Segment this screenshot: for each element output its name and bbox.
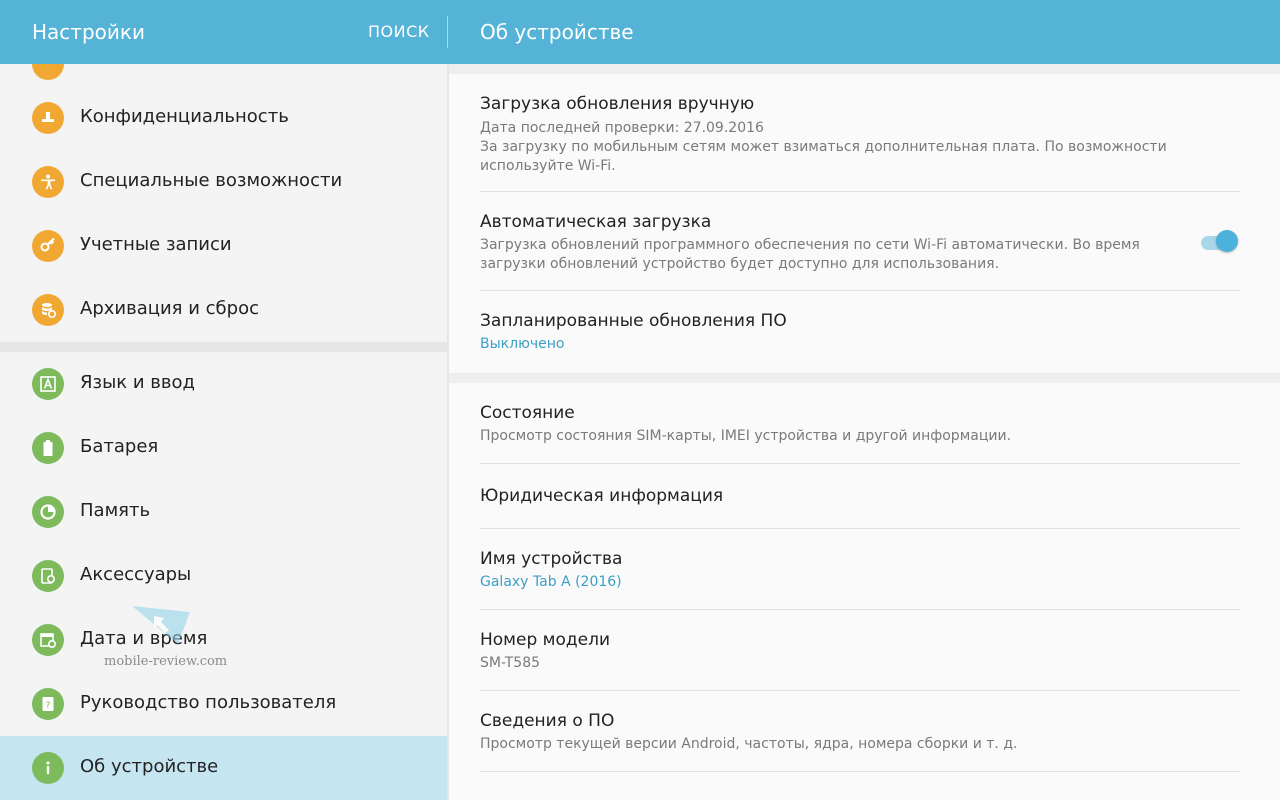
sidebar-item-accessories[interactable]: Аксессуары <box>0 544 447 608</box>
sidebar-item-label: Батарея <box>80 436 159 457</box>
sidebar-item-label: Об устройстве <box>80 756 219 777</box>
memory-icon <box>32 496 64 528</box>
sidebar-item-label: Аксессуары <box>80 564 192 585</box>
manual-update-title: Загрузка обновления вручную <box>480 94 755 114</box>
svg-text:?: ? <box>46 701 51 711</box>
sidebar-item-language[interactable]: Язык и ввод <box>0 352 447 416</box>
partial-icon <box>32 64 64 80</box>
sidebar-item-label: Язык и ввод <box>80 372 195 393</box>
search-button[interactable]: ПОИСК <box>368 22 430 41</box>
auto-download-title: Автоматическая загрузка <box>480 212 712 232</box>
device-name-value: Galaxy Tab A (2016) <box>480 574 622 590</box>
sidebar-item-label: Учетные записи <box>80 234 232 255</box>
auto-download-row[interactable]: Автоматическая загрузка Загрузка обновле… <box>480 212 1200 274</box>
sidebar-item-backup[interactable]: Архивация и сброс <box>0 278 447 342</box>
sidebar-item-label: Специальные возможности <box>80 170 343 191</box>
status-title: Состояние <box>480 403 575 423</box>
sidebar-item-privacy[interactable]: Конфиденциальность <box>0 86 447 150</box>
row-divider <box>480 191 1240 192</box>
last-check-date: Дата последней проверки: 27.09.2016 <box>480 120 764 136</box>
page-title: Об устройстве <box>480 20 634 44</box>
key-icon <box>32 230 64 262</box>
toggle-knob <box>1216 230 1238 252</box>
sidebar-item-user-manual[interactable]: ? Руководство пользователя <box>0 672 447 736</box>
sidebar-item-battery[interactable]: Батарея <box>0 416 447 480</box>
row-divider <box>480 690 1240 691</box>
device-name-row[interactable]: Имя устройства Galaxy Tab A (2016) <box>480 549 1200 592</box>
scheduled-updates-value: Выключено <box>480 336 565 352</box>
watermark-text: mobile-review.com <box>104 654 228 669</box>
top-gap <box>449 64 1280 74</box>
status-summary: Просмотр состояния SIM-карты, IMEI устро… <box>480 428 1012 444</box>
auto-download-toggle[interactable] <box>1199 230 1239 254</box>
backup-icon <box>32 294 64 326</box>
privacy-icon <box>32 102 64 134</box>
appbar-divider <box>447 16 448 48</box>
row-divider <box>480 528 1240 529</box>
sidebar-item-accessibility[interactable]: Специальные возможности <box>0 150 447 214</box>
scheduled-updates-row[interactable]: Запланированные обновления ПО Выключено <box>480 311 1200 354</box>
software-info-title: Сведения о ПО <box>480 711 615 731</box>
accessibility-icon <box>32 166 64 198</box>
legal-info-row[interactable]: Юридическая информация <box>480 486 1200 506</box>
auto-download-summary: Загрузка обновлений программного обеспеч… <box>480 237 1140 272</box>
watermark-logo-icon <box>132 606 190 644</box>
app-bar: Настройки ПОИСК Об устройстве <box>0 0 1280 64</box>
sidebar-item-label: Руководство пользователя <box>80 692 337 713</box>
accessories-icon <box>32 560 64 592</box>
section-gap <box>449 373 1280 383</box>
section-separator <box>0 342 447 352</box>
row-divider <box>480 771 1240 772</box>
calendar-icon <box>32 624 64 656</box>
model-number-row[interactable]: Номер модели SM-T585 <box>480 630 1200 673</box>
sidebar-item-label: Архивация и сброс <box>80 298 259 319</box>
status-row[interactable]: Состояние Просмотр состояния SIM-карты, … <box>480 403 1200 446</box>
software-info-row[interactable]: Сведения о ПО Просмотр текущей версии An… <box>480 711 1200 754</box>
sidebar-item-label: Конфиденциальность <box>80 106 289 127</box>
model-number-value: SM-T585 <box>480 655 541 671</box>
device-name-title: Имя устройства <box>480 549 623 569</box>
scheduled-updates-title: Запланированные обновления ПО <box>480 311 787 331</box>
row-divider <box>480 463 1240 464</box>
software-info-summary: Просмотр текущей версии Android, частоты… <box>480 736 1018 752</box>
settings-sidebar: Конфиденциальность Специальные возможнос… <box>0 64 447 800</box>
model-number-title: Номер модели <box>480 630 611 650</box>
sidebar-item-accounts[interactable]: Учетные записи <box>0 214 447 278</box>
manual-icon: ? <box>32 688 64 720</box>
battery-icon <box>32 432 64 464</box>
settings-title: Настройки <box>32 20 145 44</box>
info-icon <box>32 752 64 784</box>
row-divider <box>480 609 1240 610</box>
legal-info-title: Юридическая информация <box>480 486 724 506</box>
sidebar-item-about-device[interactable]: Об устройстве <box>0 736 447 800</box>
about-device-pane: Загрузка обновления вручную Дата последн… <box>449 64 1280 800</box>
sidebar-item-label: Память <box>80 500 151 521</box>
manual-update-row[interactable]: Загрузка обновления вручную Дата последн… <box>480 94 1200 176</box>
row-divider <box>480 290 1240 291</box>
language-icon <box>32 368 64 400</box>
sidebar-item-memory[interactable]: Память <box>0 480 447 544</box>
manual-update-note: За загрузку по мобильным сетям может взи… <box>480 139 1167 174</box>
